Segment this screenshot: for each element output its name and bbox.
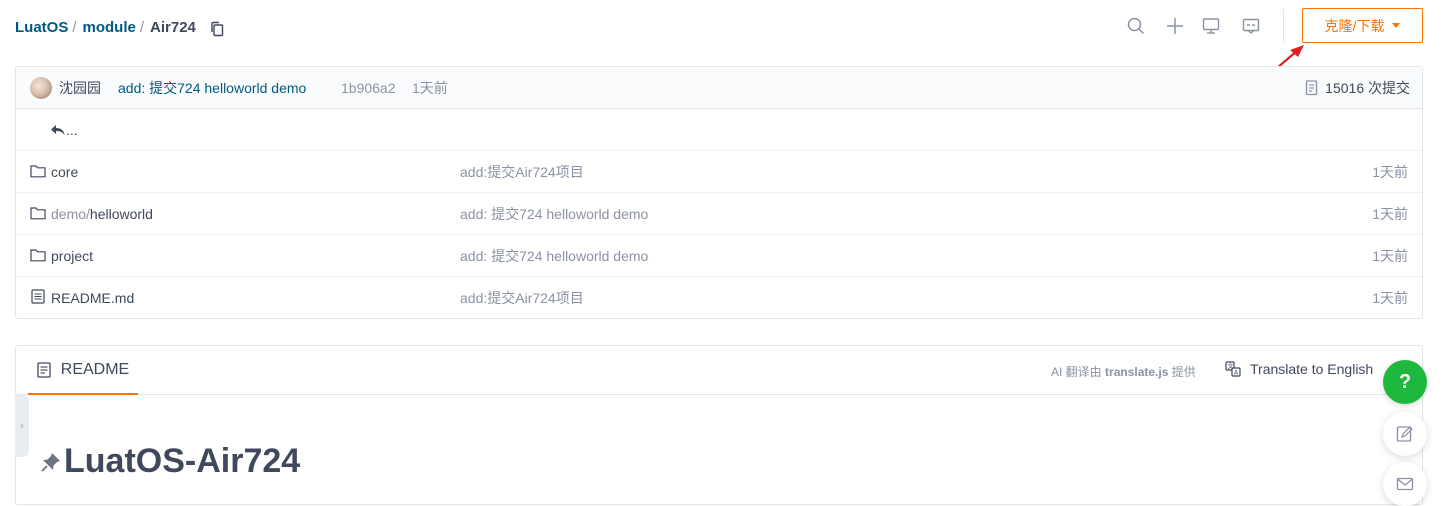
- edit-note-icon: [1396, 426, 1413, 442]
- commit-author[interactable]: 沈园园: [59, 78, 101, 98]
- commit-count-link[interactable]: 15016 次提交: [1305, 78, 1410, 98]
- parent-directory-label: ...: [66, 122, 78, 138]
- parent-directory-row[interactable]: ...: [16, 109, 1422, 151]
- pushpin-icon: [41, 452, 60, 472]
- file-row-project[interactable]: project add: 提交724 helloworld demo 1天前: [16, 235, 1422, 277]
- translate-to-english-label: Translate to English: [1250, 361, 1374, 377]
- translate-icon: 文 A: [1225, 361, 1241, 377]
- mail-icon: [1396, 477, 1414, 491]
- file-commit-message[interactable]: add: 提交724 helloworld demo: [460, 204, 648, 224]
- commit-sha[interactable]: 1b906a2: [341, 80, 396, 96]
- file-row-readme[interactable]: README.md add:提交Air724项目 1天前: [16, 277, 1422, 319]
- file-row-demo-helloworld[interactable]: demo/helloworld add: 提交724 helloworld de…: [16, 193, 1422, 235]
- breadcrumb-module[interactable]: module: [83, 19, 136, 36]
- reply-arrow-icon: [51, 125, 65, 135]
- file-commit-message[interactable]: add:提交Air724项目: [460, 288, 584, 308]
- help-label: ?: [1398, 370, 1412, 393]
- plus-icon[interactable]: [1166, 17, 1184, 35]
- svg-text:文: 文: [1228, 363, 1234, 371]
- file-commit-time: 1天前: [1372, 247, 1408, 264]
- breadcrumb-separator: /: [139, 19, 145, 36]
- message-button[interactable]: [1383, 462, 1427, 506]
- commit-count-label: 15016 次提交: [1325, 79, 1410, 96]
- caret-down-icon: [1392, 23, 1401, 28]
- readme-panel: README AI 翻译由 translate.js 提供 文 A Transl…: [15, 345, 1423, 505]
- latest-commit-bar: 沈园园 add: 提交724 helloworld demo 1b906a2 1…: [16, 67, 1422, 109]
- readme-heading: LuatOS-Air724: [40, 442, 300, 481]
- chevron-right-icon: ›: [20, 420, 24, 432]
- translate-to-english-button[interactable]: 文 A Translate to English: [1225, 361, 1373, 377]
- file-name[interactable]: demo/helloworld: [51, 206, 153, 222]
- file-commit-time: 1天前: [1372, 205, 1408, 222]
- file-commit-message[interactable]: add:提交Air724项目: [460, 162, 584, 182]
- breadcrumb-separator: /: [72, 19, 77, 36]
- monitor-icon[interactable]: [1202, 17, 1220, 35]
- help-button[interactable]: ?: [1383, 360, 1427, 404]
- file-name[interactable]: project: [51, 248, 93, 264]
- commit-message[interactable]: add: 提交724 helloworld demo: [118, 78, 306, 98]
- commit-time: 1天前: [412, 79, 448, 96]
- avatar[interactable]: [30, 77, 52, 99]
- feedback-button[interactable]: [1383, 412, 1427, 456]
- search-icon[interactable]: [1127, 17, 1145, 35]
- clone-download-label: 克隆/下载: [1324, 17, 1385, 34]
- folder-icon: [30, 249, 46, 262]
- clone-download-button[interactable]: 克隆/下载: [1302, 8, 1423, 43]
- copy-icon[interactable]: [210, 21, 224, 37]
- comment-icon[interactable]: [1242, 17, 1260, 35]
- breadcrumb-current: Air724: [150, 19, 196, 36]
- breadcrumb-luatos[interactable]: LuatOS: [15, 19, 68, 36]
- translate-attribution: AI 翻译由 translate.js 提供: [1051, 365, 1196, 379]
- readme-header: README AI 翻译由 translate.js 提供 文 A Transl…: [16, 346, 1422, 395]
- breadcrumb: LuatOS / module / Air724: [15, 19, 224, 36]
- file-commit-message[interactable]: add: 提交724 helloworld demo: [460, 246, 648, 266]
- file-name[interactable]: core: [51, 164, 78, 180]
- toolbar-divider: [1283, 9, 1284, 43]
- file-text-icon: [31, 289, 45, 304]
- file-list: 沈园园 add: 提交724 helloworld demo 1b906a2 1…: [15, 66, 1423, 319]
- file-commit-time: 1天前: [1372, 290, 1408, 306]
- commits-icon: [1306, 79, 1318, 95]
- file-name[interactable]: README.md: [51, 290, 134, 306]
- tab-readme[interactable]: README: [28, 346, 138, 395]
- readme-title: LuatOS-Air724: [64, 442, 301, 480]
- sidebar-toggle[interactable]: ›: [15, 395, 29, 457]
- document-icon: [37, 361, 51, 378]
- tab-readme-label: README: [60, 360, 130, 378]
- file-commit-time: 1天前: [1372, 163, 1408, 180]
- folder-icon: [30, 207, 46, 220]
- folder-icon: [30, 165, 46, 178]
- file-row-core[interactable]: core add:提交Air724项目 1天前: [16, 151, 1422, 193]
